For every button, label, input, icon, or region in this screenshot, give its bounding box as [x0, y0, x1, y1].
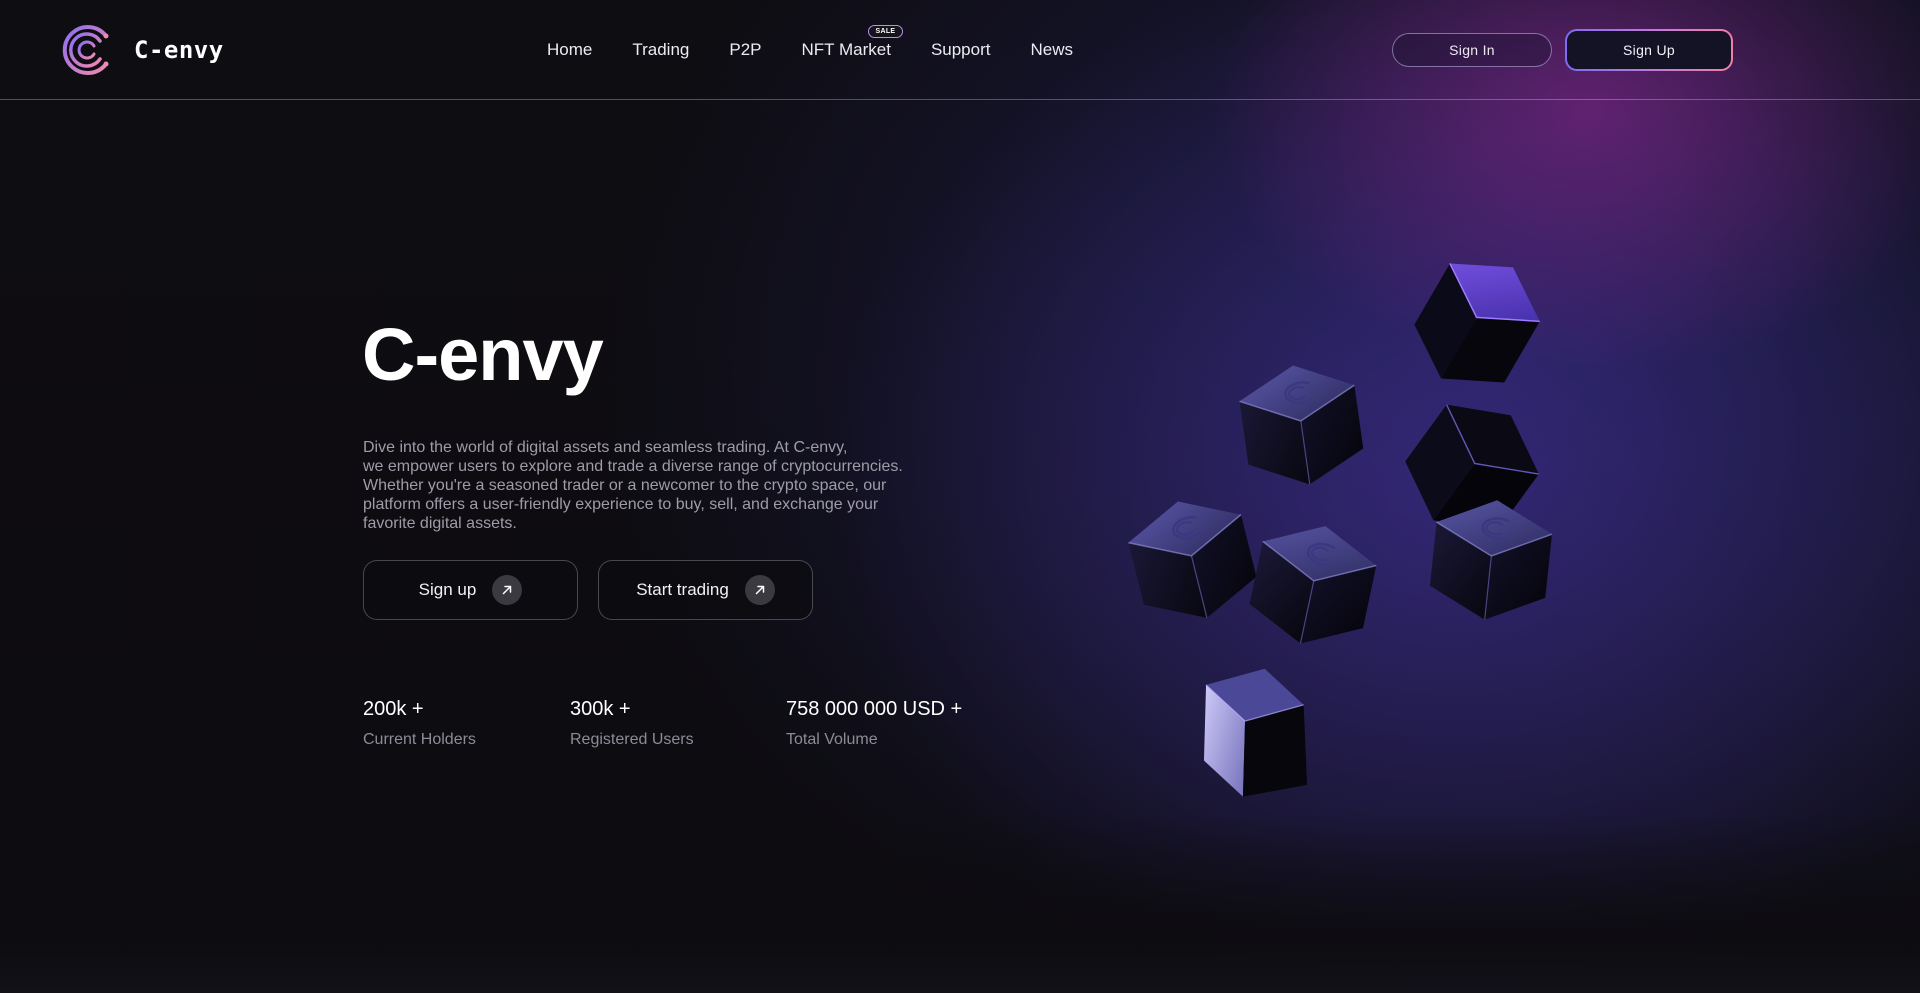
- stat-label: Registered Users: [570, 731, 694, 748]
- nav-nft-market[interactable]: NFT Market SALE: [801, 25, 904, 60]
- c-envy-logo-icon: [62, 25, 109, 75]
- hero-description-line: Whether you're a seasoned trader or a ne…: [363, 477, 887, 494]
- stat-value: 300k +: [570, 698, 631, 720]
- hero-description-line: platform offers a user-friendly experien…: [363, 496, 879, 513]
- stat-label: Total Volume: [786, 731, 878, 748]
- site-header: C-envy Home Trading P2P NFT Market SALE …: [0, 0, 1920, 100]
- nav-trading[interactable]: Trading: [632, 40, 689, 60]
- nav-p2p[interactable]: P2P: [729, 40, 761, 60]
- hero-description: Dive into the world of digital assets an…: [363, 438, 923, 533]
- brand-logo[interactable]: C-envy: [60, 22, 224, 78]
- nav-support[interactable]: Support: [931, 40, 991, 60]
- nav-home[interactable]: Home: [547, 40, 592, 60]
- sign-up-button[interactable]: Sign Up: [1565, 29, 1733, 71]
- sign-in-button[interactable]: Sign In: [1392, 33, 1552, 67]
- hero-title: C-envy: [362, 313, 604, 396]
- floating-cubes-illustration: [1120, 263, 1557, 797]
- hero-sign-up-button[interactable]: Sign up: [363, 560, 578, 620]
- stat-value: 200k +: [363, 698, 424, 720]
- stat-registered-users: 300k + Registered Users: [570, 698, 694, 749]
- cube-violet: [1414, 263, 1540, 383]
- arrow-up-right-icon: [492, 575, 523, 605]
- start-trading-label: Start trading: [636, 580, 729, 599]
- brand-name: C-envy: [134, 36, 224, 64]
- sign-up-button-label: Sign Up: [1567, 31, 1731, 69]
- hero-description-line: we empower users to explore and trade a …: [363, 458, 903, 475]
- stat-total-volume: 758 000 000 USD + Total Volume: [786, 698, 962, 749]
- start-trading-button[interactable]: Start trading: [598, 560, 813, 620]
- hero-description-line: Dive into the world of digital assets an…: [363, 439, 848, 456]
- stat-label: Current Holders: [363, 731, 476, 748]
- main-nav: Home Trading P2P NFT Market SALE Support…: [547, 25, 1113, 60]
- hero-sign-up-label: Sign up: [418, 580, 477, 599]
- stat-value: 758 000 000 USD +: [786, 698, 963, 720]
- sale-badge: SALE: [867, 25, 904, 38]
- hero-description-line: favorite digital assets.: [363, 515, 517, 532]
- stat-current-holders: 200k + Current Holders: [363, 698, 476, 749]
- arrow-up-right-icon: [744, 575, 775, 605]
- nav-news[interactable]: News: [1030, 40, 1073, 60]
- nav-nft-market-label: NFT Market: [801, 40, 891, 59]
- bottom-fade: [0, 813, 1920, 993]
